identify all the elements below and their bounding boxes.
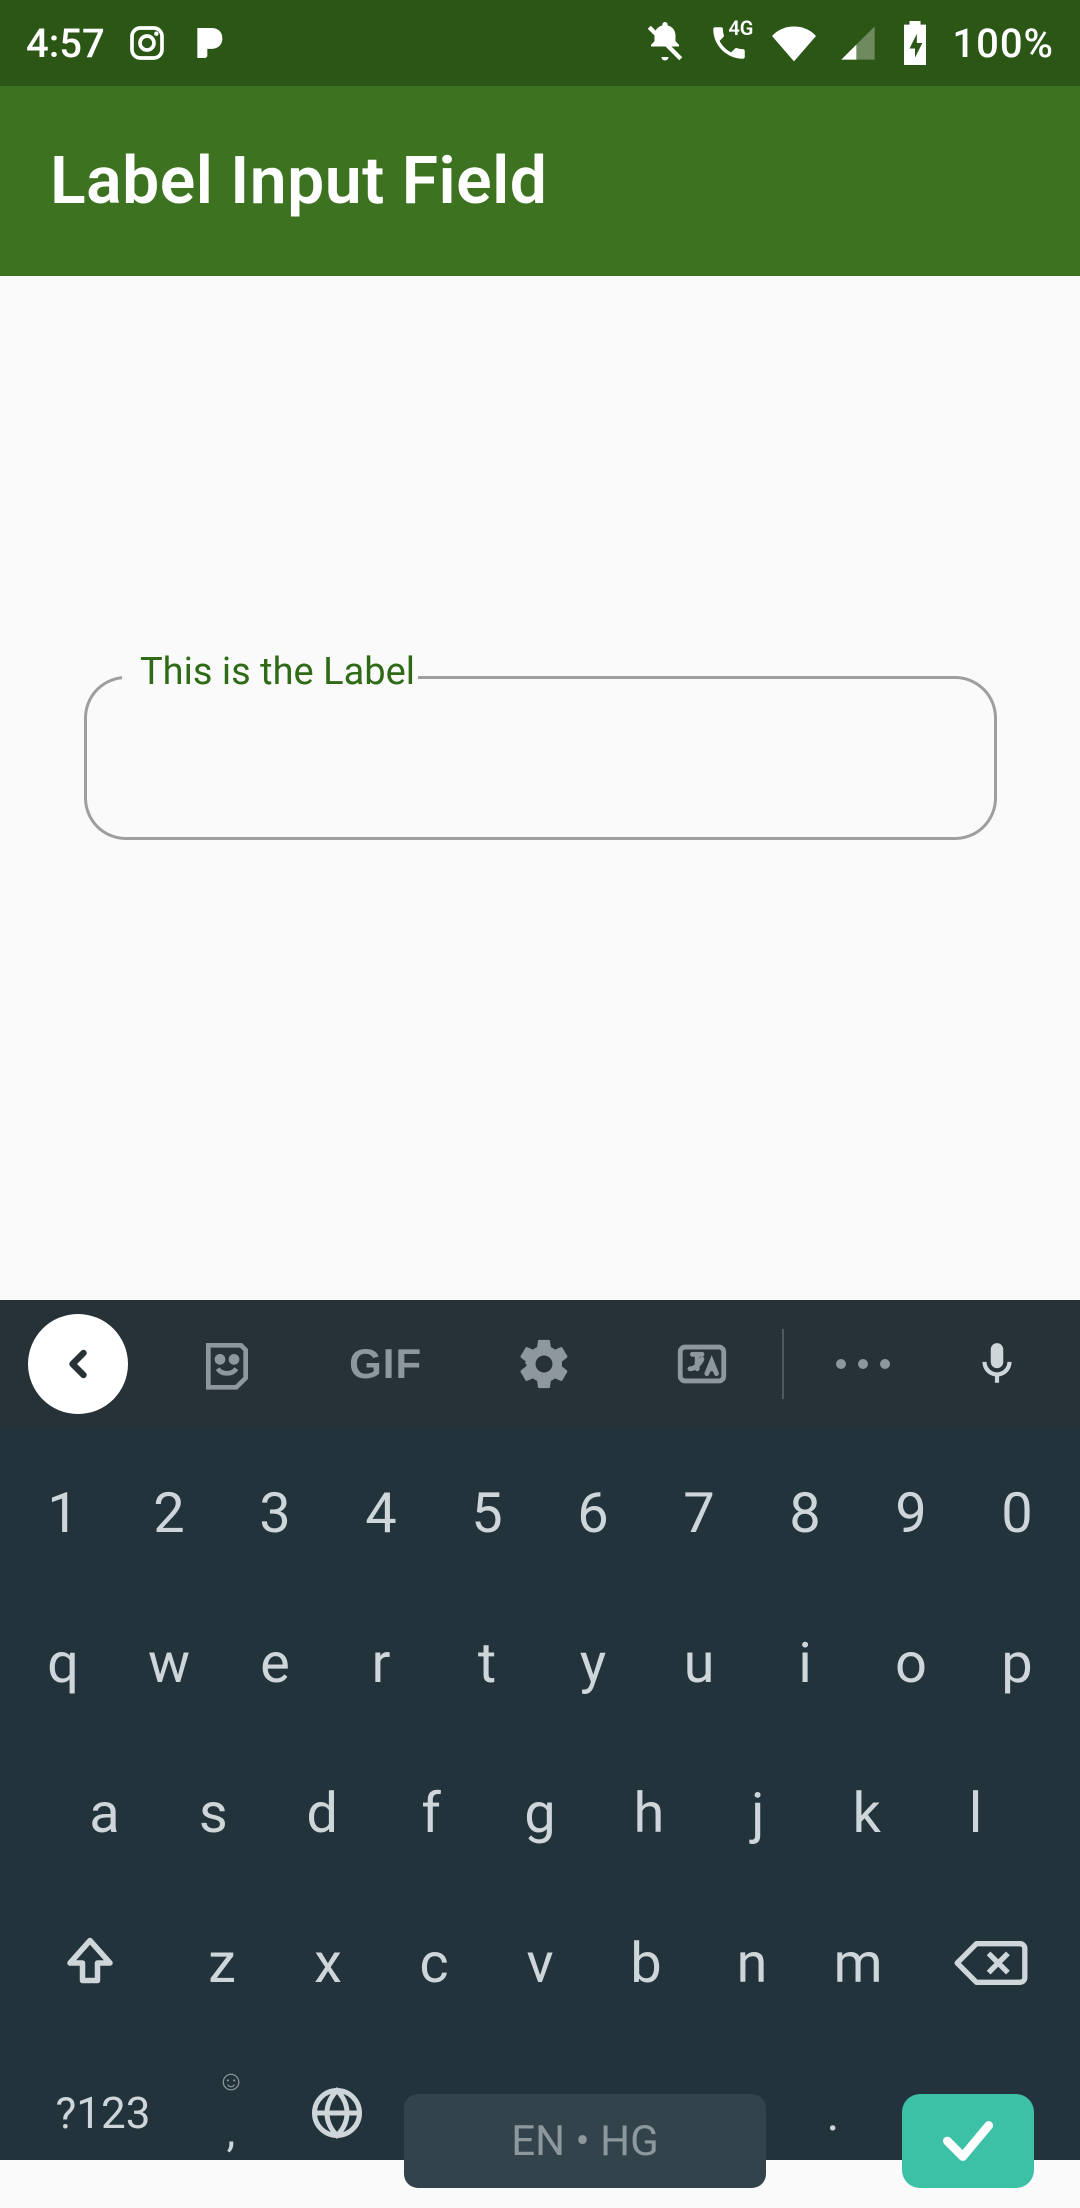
key-7[interactable]: 7 (646, 1438, 752, 1588)
keyboard-toolbar: GIF (0, 1300, 1080, 1428)
keyboard: GIF 1234567890 qwertyuiop asdfghjkl zxcv… (0, 1300, 1080, 2160)
dnd-off-icon (644, 22, 686, 64)
sticker-button[interactable] (148, 1336, 306, 1392)
backspace-key[interactable] (911, 1888, 1070, 2038)
key-p[interactable]: p (964, 1588, 1070, 1738)
symbols-key[interactable]: ?123 (28, 2038, 178, 2188)
key-5[interactable]: 5 (434, 1438, 540, 1588)
emoji-icon: ☺ (217, 2064, 246, 2097)
wifi-icon (772, 21, 816, 65)
check-icon (937, 2110, 999, 2172)
key-f[interactable]: f (377, 1738, 486, 1888)
text-field-input[interactable] (114, 684, 967, 832)
key-x[interactable]: x (275, 1888, 381, 2038)
key-d[interactable]: d (268, 1738, 377, 1888)
battery-charging-icon (900, 21, 930, 65)
key-q[interactable]: q (10, 1588, 116, 1738)
key-r[interactable]: r (328, 1588, 434, 1738)
period-key[interactable]: . (780, 2038, 886, 2188)
enter-key[interactable] (902, 2094, 1034, 2188)
key-1[interactable]: 1 (10, 1438, 116, 1588)
home-letter-row: asdfghjkl (10, 1738, 1070, 1888)
comma-key[interactable]: ☺ , (178, 2038, 284, 2188)
settings-button[interactable] (465, 1335, 623, 1393)
key-l[interactable]: l (921, 1738, 1030, 1888)
key-o[interactable]: o (858, 1588, 964, 1738)
space-key[interactable]: EN • HG (404, 2094, 766, 2188)
function-row: ?123 ☺ , EN • HG . (10, 2038, 1070, 2188)
key-s[interactable]: s (159, 1738, 268, 1888)
more-icon (836, 1359, 890, 1369)
battery-percent: 100% (952, 20, 1054, 67)
keyboard-back-button[interactable] (28, 1314, 128, 1414)
bottom-letter-row: zxcvbnm (10, 1888, 1070, 2038)
key-i[interactable]: i (752, 1588, 858, 1738)
key-m[interactable]: m (805, 1888, 911, 2038)
key-g[interactable]: g (486, 1738, 595, 1888)
backspace-icon (952, 1934, 1030, 1992)
gif-button[interactable]: GIF (306, 1340, 464, 1388)
key-4[interactable]: 4 (328, 1438, 434, 1588)
key-8[interactable]: 8 (752, 1438, 858, 1588)
more-button[interactable] (784, 1359, 942, 1369)
keyboard-rows: 1234567890 qwertyuiop asdfghjkl zxcvbnm … (0, 1428, 1080, 2208)
status-time: 4:57 (26, 20, 105, 67)
key-y[interactable]: y (540, 1588, 646, 1738)
language-key[interactable] (284, 2038, 390, 2188)
status-right: 4G 100% (644, 20, 1054, 67)
status-bar: 4:57 4G 100% (0, 0, 1080, 86)
key-2[interactable]: 2 (116, 1438, 222, 1588)
shift-key[interactable] (10, 1888, 169, 2038)
phone-4g-icon: 4G (708, 22, 750, 64)
content-area: This is the Label (0, 276, 1080, 1300)
key-b[interactable]: b (593, 1888, 699, 2038)
globe-icon (307, 2083, 367, 2143)
key-9[interactable]: 9 (858, 1438, 964, 1588)
text-field[interactable]: This is the Label (84, 676, 997, 840)
instagram-icon (127, 23, 167, 63)
key-0[interactable]: 0 (964, 1438, 1070, 1588)
shift-icon (60, 1933, 120, 1993)
key-e[interactable]: e (222, 1588, 328, 1738)
key-a[interactable]: a (50, 1738, 159, 1888)
key-h[interactable]: h (594, 1738, 703, 1888)
signal-icon (838, 23, 878, 63)
key-w[interactable]: w (116, 1588, 222, 1738)
translate-icon (673, 1335, 731, 1393)
translate-button[interactable] (623, 1335, 781, 1393)
phone-4g-label: 4G (728, 16, 753, 40)
mic-icon (972, 1339, 1022, 1389)
app-bar: Label Input Field (0, 86, 1080, 276)
key-j[interactable]: j (703, 1738, 812, 1888)
status-left: 4:57 (26, 20, 229, 67)
gear-icon (515, 1335, 573, 1393)
key-z[interactable]: z (169, 1888, 275, 2038)
key-c[interactable]: c (381, 1888, 487, 2038)
key-n[interactable]: n (699, 1888, 805, 2038)
page-title: Label Input Field (50, 143, 547, 220)
key-t[interactable]: t (434, 1588, 540, 1738)
key-3[interactable]: 3 (222, 1438, 328, 1588)
key-u[interactable]: u (646, 1588, 752, 1738)
key-v[interactable]: v (487, 1888, 593, 2038)
top-letter-row: qwertyuiop (10, 1588, 1070, 1738)
mic-button[interactable] (942, 1339, 1052, 1389)
number-row: 1234567890 (10, 1438, 1070, 1588)
key-k[interactable]: k (812, 1738, 921, 1888)
key-6[interactable]: 6 (540, 1438, 646, 1588)
pandora-icon (189, 23, 229, 63)
